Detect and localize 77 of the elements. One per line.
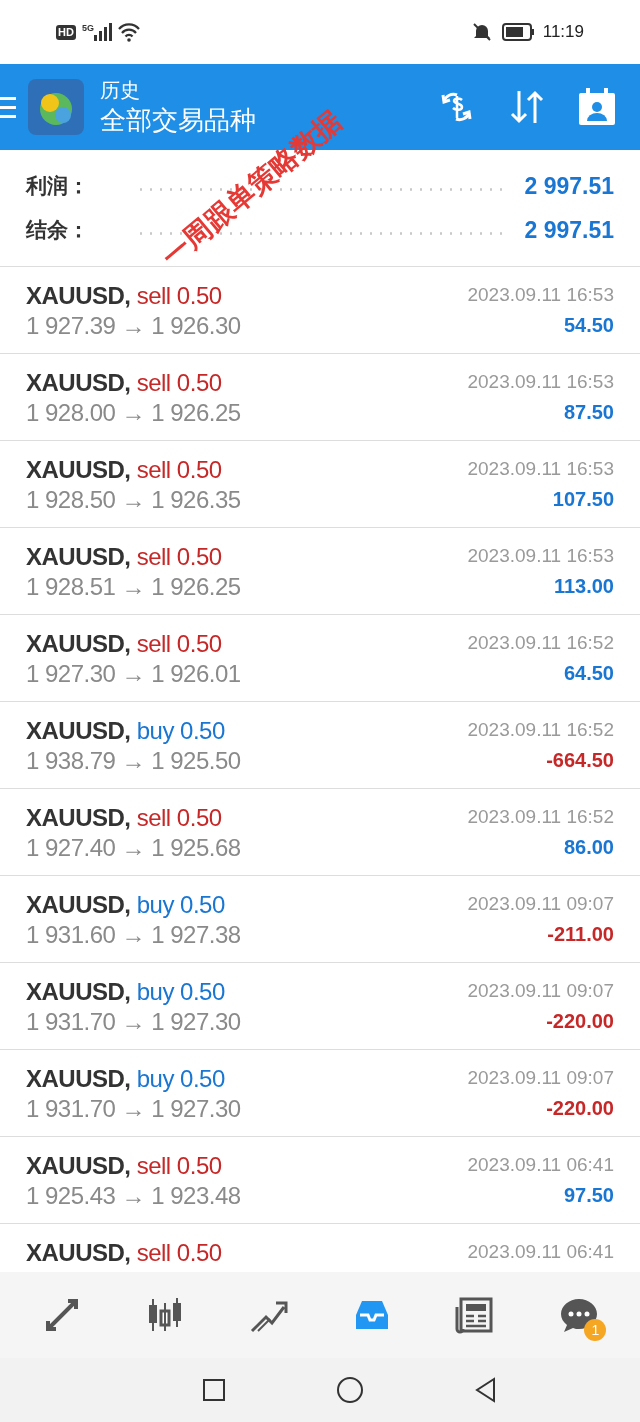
trade-prices: 1 931.70 → 1 927.30 xyxy=(26,1094,241,1124)
back-button[interactable] xyxy=(474,1377,498,1403)
trade-time: 2023.09.11 16:53 xyxy=(467,370,614,394)
trade-title: XAUUSD, sell 0.50 xyxy=(26,1151,223,1181)
trade-time: 2023.09.11 16:53 xyxy=(467,544,614,568)
trade-prices: 1 928.51 → 1 926.25 xyxy=(26,572,241,602)
trade-time: 2023.09.11 16:53 xyxy=(467,283,614,307)
trade-title: XAUUSD, buy 0.50 xyxy=(26,1064,226,1094)
trade-profit: -664.50 xyxy=(546,748,614,773)
trade-time: 2023.09.11 09:07 xyxy=(467,979,614,1003)
trade-row[interactable]: XAUUSD, buy 0.50 1 931.70 → 1 927.30 2023.09.11 09:07 -220.00 xyxy=(0,1050,640,1137)
summary-value: 2 997.51 xyxy=(524,215,614,245)
trade-prices: 1 931.70 → 1 927.30 xyxy=(26,1007,241,1037)
wifi-icon xyxy=(117,22,140,42)
trade-row[interactable]: XAUUSD, sell 0.50 1 928.51 → 1 926.25 2023.09.11 16:53 113.00 xyxy=(0,528,640,615)
trade-row[interactable]: XAUUSD, sell 0.50 1 928.50 → 1 926.35 2023.09.11 16:53 107.50 xyxy=(0,441,640,528)
trade-profit: 64.50 xyxy=(563,661,614,686)
app-logo-icon xyxy=(28,79,84,135)
network-label: 5G xyxy=(81,22,94,35)
trade-profit: 87.50 xyxy=(563,400,614,425)
battery-icon xyxy=(501,23,535,41)
trade-time: 2023.09.11 09:07 xyxy=(467,892,614,916)
trade-title: XAUUSD, buy 0.50 xyxy=(26,977,226,1007)
trade-title: XAUUSD, sell 0.50 xyxy=(26,1238,222,1268)
calendar-icon[interactable] xyxy=(577,87,617,127)
trade-prices: 1 928.50 → 1 926.35 xyxy=(26,485,241,515)
trade-time: 2023.09.11 16:52 xyxy=(467,718,614,742)
trade-row[interactable]: XAUUSD, sell 0.50 1 927.40 → 1 925.68 2023.09.11 16:52 86.00 xyxy=(0,789,640,876)
summary-label: 结余： xyxy=(26,217,90,244)
notification-badge: 1 xyxy=(584,1319,607,1341)
trade-title: XAUUSD, buy 0.50 xyxy=(26,890,226,920)
trade-profit: -220.00 xyxy=(546,1096,614,1121)
summary-value: 2 997.51 xyxy=(524,171,614,201)
trade-profit: -220.00 xyxy=(546,1009,614,1034)
trade-row[interactable]: XAUUSD, sell 0.50 1 927.30 → 1 926.01 2023.09.11 16:52 64.50 xyxy=(0,615,640,702)
trade-row[interactable]: XAUUSD, sell 0.50 1 925.43 → 1 923.48 2023.09.11 06:41 97.50 xyxy=(0,1137,640,1224)
trade-prices: 1 927.39 → 1 926.30 xyxy=(26,311,241,341)
muted-bell-icon xyxy=(471,22,492,42)
signal-icon xyxy=(93,23,112,41)
trade-profit: 113.00 xyxy=(553,574,614,599)
trade-profit: 54.50 xyxy=(563,313,614,338)
trade-row[interactable]: XAUUSD, buy 0.50 1 931.70 → 1 927.30 2023.09.11 09:07 -220.00 xyxy=(0,963,640,1050)
trade-title: XAUUSD, sell 0.50 xyxy=(26,281,223,311)
trade-title: XAUUSD, sell 0.50 xyxy=(26,629,223,659)
trade-time: 2023.09.11 06:41 xyxy=(467,1153,614,1177)
trade-profit: 86.00 xyxy=(563,835,614,860)
trade-title: XAUUSD, sell 0.50 xyxy=(26,368,223,398)
trade-profit: 107.50 xyxy=(552,487,614,512)
trade-prices: 1 927.30 → 1 926.01 xyxy=(26,659,241,689)
trade-time: 2023.09.11 06:41 xyxy=(467,1240,614,1264)
clock: 11:19 xyxy=(542,21,584,44)
summary-label: 利润： xyxy=(26,173,90,200)
header-subtitle: 全部交易品种 xyxy=(100,104,256,137)
trade-row[interactable]: XAUUSD, buy 0.50 1 931.60 → 1 927.38 2023.09.11 09:07 -211.00 xyxy=(0,876,640,963)
trade-prices: 1 931.60 → 1 927.38 xyxy=(26,920,241,950)
trade-time: 2023.09.11 16:53 xyxy=(467,457,614,481)
hd-indicator: HD xyxy=(56,24,76,40)
trade-time: 2023.09.11 16:52 xyxy=(467,805,614,829)
trade-title: XAUUSD, sell 0.50 xyxy=(26,803,223,833)
trade-prices: 1 927.40 → 1 925.68 xyxy=(26,833,241,863)
trade-title: XAUUSD, sell 0.50 xyxy=(26,542,223,572)
trade-title: XAUUSD, sell 0.50 xyxy=(26,455,223,485)
trade-profit: 97.50 xyxy=(563,1183,614,1208)
trade-prices: 1 938.79 → 1 925.50 xyxy=(26,746,241,776)
recents-button[interactable] xyxy=(202,1378,226,1402)
trade-row[interactable]: XAUUSD, sell 0.50 1 928.00 → 1 926.25 2023.09.11 16:53 87.50 xyxy=(0,354,640,441)
trade-row[interactable]: XAUUSD, buy 0.50 1 938.79 → 1 925.50 2023.09.11 16:52 -664.50 xyxy=(0,702,640,789)
trade-prices: 1 928.00 → 1 926.25 xyxy=(26,398,241,428)
trade-title: XAUUSD, buy 0.50 xyxy=(26,716,226,746)
home-button[interactable] xyxy=(336,1376,364,1404)
trade-time: 2023.09.11 16:52 xyxy=(467,631,614,655)
trade-time: 2023.09.11 09:07 xyxy=(467,1066,614,1090)
trade-profit: -211.00 xyxy=(547,922,614,947)
newspaper-icon xyxy=(454,1295,495,1335)
trade-prices: 1 925.43 → 1 923.48 xyxy=(26,1181,241,1211)
header-title: 历史 xyxy=(100,78,141,103)
trade-row[interactable]: XAUUSD, sell 0.50 1 927.39 → 1 926.30 2023.09.11 16:53 54.50 xyxy=(0,267,640,354)
